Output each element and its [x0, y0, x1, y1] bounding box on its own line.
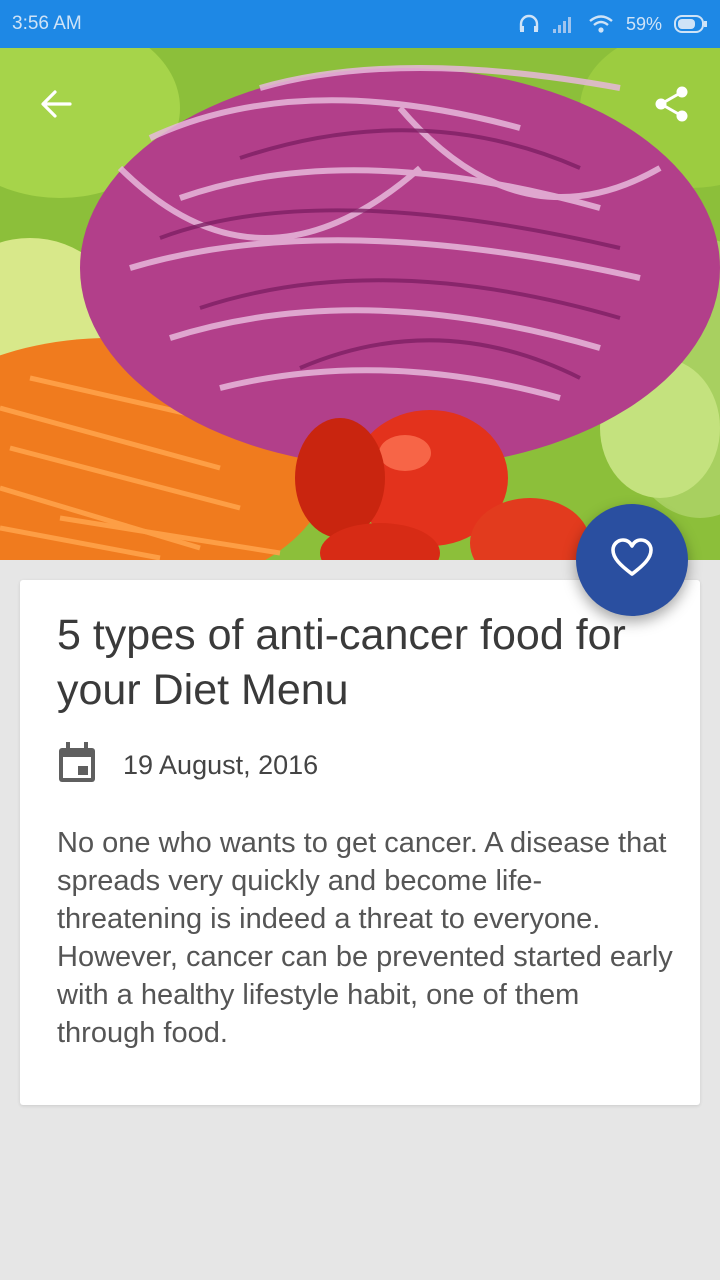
article-title: 5 types of anti-cancer food for your Die… — [57, 611, 626, 714]
share-button[interactable] — [644, 78, 700, 134]
signal-icon — [552, 14, 576, 34]
back-button[interactable] — [28, 78, 84, 134]
favorite-button[interactable] — [576, 504, 688, 616]
share-icon — [652, 84, 692, 129]
article-card: 5 types of anti-cancer food for your Die… — [20, 580, 700, 1105]
status-time: 3:56 AM — [12, 13, 82, 34]
calendar-icon — [57, 742, 97, 789]
status-bar: 3:56 AM 59% — [0, 0, 720, 48]
article-body: No one who wants to get cancer. A diseas… — [57, 827, 673, 1049]
wifi-icon — [588, 14, 614, 34]
status-icons: 59% — [518, 13, 708, 35]
heart-outline-icon — [610, 537, 654, 583]
date-row: 19 August, 2016 — [57, 742, 318, 789]
hero-salad-image — [0, 48, 720, 560]
battery-icon — [674, 14, 708, 34]
headphones-icon — [518, 13, 540, 35]
arrow-back-icon — [38, 86, 74, 127]
battery-percentage: 59% — [625, 13, 662, 34]
article-date: 19 August, 2016 — [123, 750, 319, 780]
